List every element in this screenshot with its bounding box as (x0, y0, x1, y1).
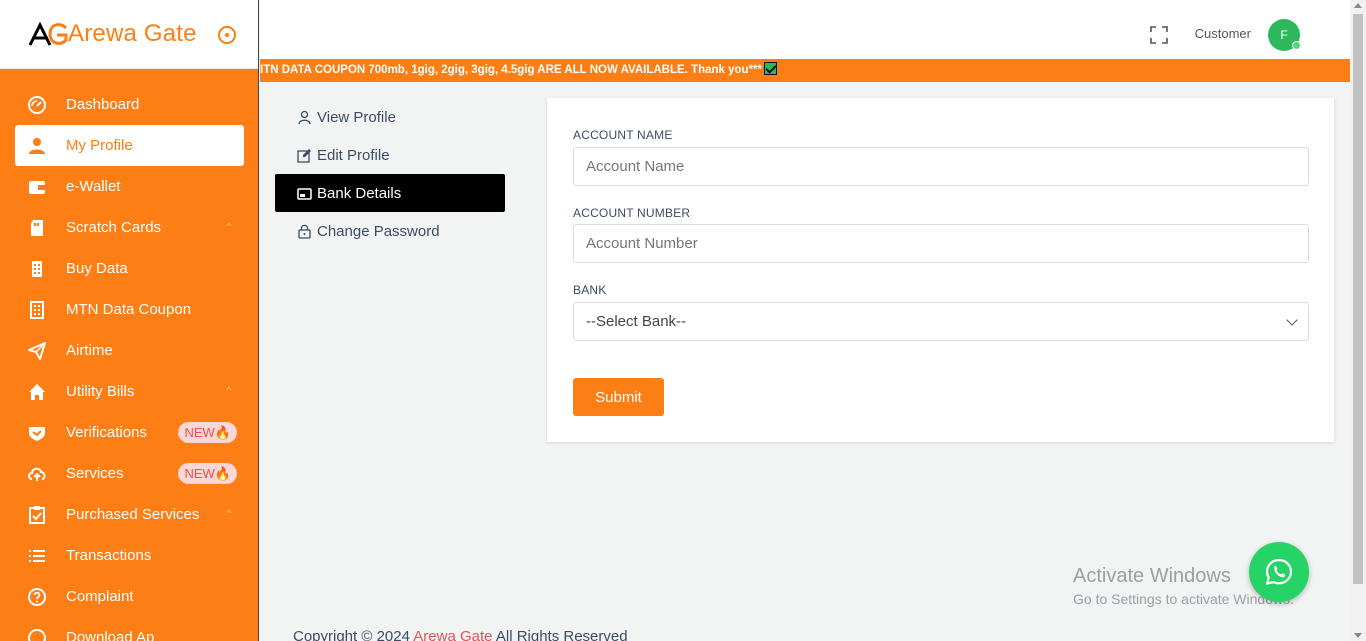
lock-icon (297, 224, 312, 239)
announcement-text: ITN DATA COUPON 700mb, 1gig, 2gig, 3gig,… (260, 64, 762, 76)
sidebar-item-label: e-Wallet (66, 178, 121, 195)
user-role-label[interactable]: Customer (1195, 26, 1251, 41)
sidebar-item-purchased-services[interactable]: Purchased Services ^ (0, 494, 258, 535)
bank-card-icon (297, 186, 312, 201)
sidebar-item-label: Download Ap (66, 629, 155, 641)
online-status-icon (1292, 41, 1301, 50)
profile-menu: View Profile Edit Profile Bank Details C… (275, 98, 505, 250)
brand-header: Arewa Gate (0, 0, 258, 69)
brand-logo-icon[interactable] (28, 21, 70, 47)
bank-details-card: ACCOUNT NAME ACCOUNT NUMBER BANK --Selec… (547, 98, 1334, 442)
footer-brand-link[interactable]: Arewa Gate (413, 628, 492, 641)
new-badge: NEW🔥 (178, 422, 237, 443)
clipboard-check-icon (28, 505, 46, 524)
building-icon (28, 300, 46, 319)
topbar: Customer F (260, 0, 1350, 59)
sidebar-item-my-profile[interactable]: My Profile (15, 125, 244, 166)
sidebar-item-services[interactable]: Services NEW🔥 (0, 453, 258, 494)
bank-select[interactable]: --Select Bank-- (573, 302, 1309, 341)
submit-button[interactable]: Submit (573, 378, 664, 416)
sidebar-item-complaint[interactable]: Complaint (0, 576, 258, 617)
sidebar-item-label: Transactions (66, 547, 152, 564)
user-icon (28, 137, 46, 155)
download-icon (28, 628, 46, 641)
sidebar-item-label: Utility Bills (66, 383, 135, 400)
fullscreen-icon[interactable] (1150, 26, 1168, 44)
brand-name[interactable]: Arewa Gate (68, 20, 197, 48)
sidebar-item-label: MTN Data Coupon (66, 301, 192, 318)
sidebar-item-label: Buy Data (66, 260, 128, 277)
sidebar-toggle-icon[interactable] (218, 26, 236, 44)
footer: Copyright © 2024 Arewa Gate All Rights R… (293, 628, 628, 641)
cloud-upload-icon (28, 465, 46, 483)
wallet-icon (28, 178, 46, 196)
phone-icon (28, 260, 46, 278)
whatsapp-button[interactable] (1249, 542, 1309, 602)
account-name-input[interactable] (573, 147, 1309, 186)
account-number-label: ACCOUNT NUMBER (573, 206, 691, 220)
sidebar-item-e-wallet[interactable]: e-Wallet (0, 166, 258, 207)
speedometer-icon (28, 95, 46, 114)
sidebar-item-verifications[interactable]: Verifications NEW🔥 (0, 412, 258, 453)
profile-menu-view-profile[interactable]: View Profile (275, 98, 505, 136)
sidebar-item-label: Services (66, 465, 124, 482)
sidebar-nav: Dashboard My Profile e-Wallet Scratch Ca… (0, 84, 258, 641)
avatar-initial: F (1280, 28, 1288, 42)
footer-rights: All Rights Reserved (495, 628, 628, 641)
page-scrollbar[interactable] (1350, 0, 1366, 641)
avatar[interactable]: F (1268, 19, 1301, 51)
footer-copyright: Copyright © 2024 (293, 628, 410, 641)
sidebar-item-buy-data[interactable]: Buy Data (0, 248, 258, 289)
scrollbar-thumb[interactable] (1353, 14, 1363, 584)
sidebar-item-download-app[interactable]: Download Ap (0, 617, 258, 641)
chevron-down-icon (1286, 314, 1298, 326)
account-number-input[interactable] (573, 224, 1309, 263)
shield-check-icon (28, 424, 46, 442)
new-badge: NEW🔥 (178, 463, 237, 484)
bank-select-value: --Select Bank-- (586, 313, 687, 330)
sidebar-item-label: Scratch Cards (66, 219, 162, 236)
profile-menu-label: Bank Details (317, 184, 402, 202)
sidebar-item-mtn-data-coupon[interactable]: MTN Data Coupon (0, 289, 258, 330)
chevron-up-icon: ^ (226, 385, 231, 395)
sidebar-item-scratch-cards[interactable]: Scratch Cards ^ (0, 207, 258, 248)
sidebar-item-airtime[interactable]: Airtime (0, 330, 258, 371)
card-icon (28, 219, 46, 237)
profile-menu-edit-profile[interactable]: Edit Profile (275, 136, 505, 174)
chevron-up-icon: ^ (226, 221, 231, 231)
account-name-label: ACCOUNT NAME (573, 128, 673, 142)
profile-menu-label: Change Password (317, 222, 440, 240)
profile-menu-label: Edit Profile (317, 146, 390, 164)
profile-menu-change-password[interactable]: Change Password (275, 212, 505, 250)
sidebar-item-label: My Profile (66, 137, 133, 154)
check-mark-icon (764, 62, 777, 75)
chevron-up-icon: ^ (226, 508, 231, 518)
announcement-marquee: ITN DATA COUPON 700mb, 1gig, 2gig, 3gig,… (260, 59, 1350, 82)
sidebar: Arewa Gate Dashboard My Profile e-Wallet (0, 0, 259, 641)
list-icon (28, 547, 46, 565)
user-outline-icon (297, 110, 312, 125)
bank-label: BANK (573, 283, 607, 297)
help-circle-icon (28, 587, 46, 606)
sidebar-item-utility-bills[interactable]: Utility Bills ^ (0, 371, 258, 412)
scroll-up-arrow-icon[interactable] (1354, 3, 1362, 8)
sidebar-item-label: Verifications (66, 424, 147, 441)
sidebar-item-label: Dashboard (66, 96, 140, 113)
profile-menu-label: View Profile (317, 108, 396, 126)
sidebar-item-transactions[interactable]: Transactions (0, 535, 258, 576)
sidebar-item-label: Complaint (66, 588, 134, 605)
sidebar-item-label: Purchased Services (66, 506, 200, 523)
scroll-down-arrow-icon[interactable] (1354, 633, 1362, 638)
whatsapp-icon (1265, 558, 1293, 585)
sidebar-item-dashboard[interactable]: Dashboard (0, 84, 258, 125)
home-icon (28, 383, 46, 401)
edit-icon (297, 148, 312, 163)
profile-menu-bank-details[interactable]: Bank Details (275, 174, 505, 212)
send-icon (28, 341, 46, 360)
sidebar-item-label: Airtime (66, 342, 113, 359)
